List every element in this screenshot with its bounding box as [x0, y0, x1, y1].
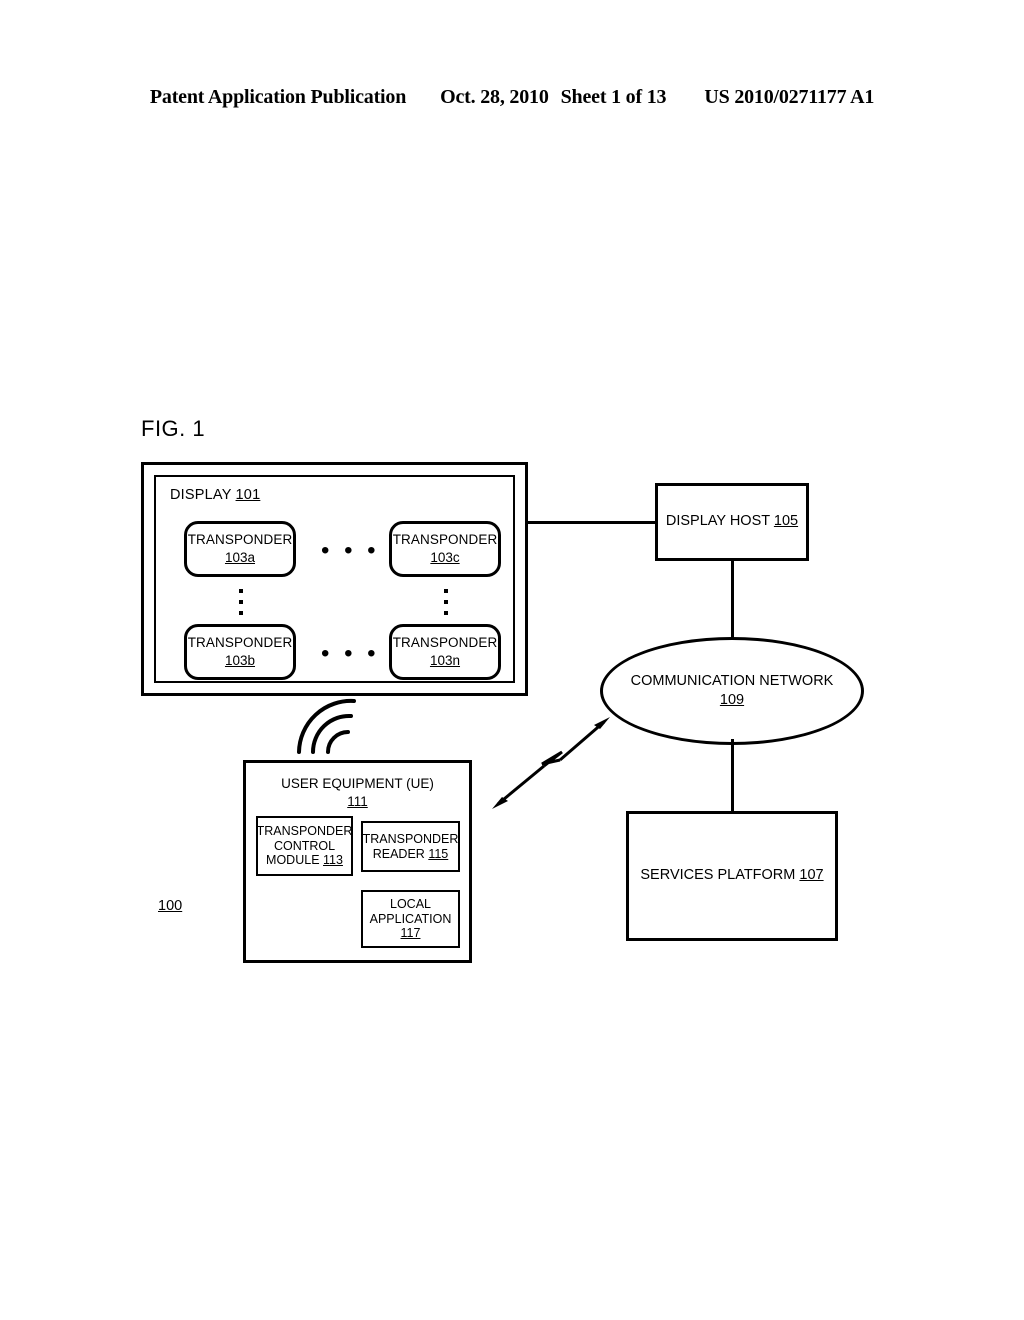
services-platform-box[interactable]: SERVICES PLATFORM 107: [626, 811, 838, 941]
vertical-ellipsis-right: [443, 589, 449, 615]
transponder-control-module-box[interactable]: TRANSPONDER CONTROL MODULE 113: [256, 816, 353, 876]
localapp-line1: LOCAL: [390, 896, 431, 911]
communication-network-ellipse[interactable]: COMMUNICATION NETWORK 109: [600, 637, 864, 745]
display-panel-title-ref: 101: [235, 487, 261, 503]
transponder-103b[interactable]: TRANSPONDER 103b: [184, 624, 296, 680]
user-equipment-title: USER EQUIPMENT (UE) 111: [246, 775, 469, 811]
services-platform-ref: 107: [799, 867, 824, 884]
display-panel-title: DISPLAY 101: [170, 487, 260, 503]
network-ref: 109: [719, 692, 745, 708]
tcm-line1: TRANSPONDER: [256, 823, 353, 838]
header-sheet: Sheet 1 of 13: [560, 86, 667, 108]
horizontal-ellipsis-bottom: • • •: [321, 640, 380, 667]
transponder-103a-ref: 103a: [224, 550, 256, 565]
system-reference-label: 100: [158, 898, 183, 914]
connector-network-to-platform: [731, 739, 734, 813]
connector-host-to-network: [731, 560, 734, 643]
wireless-signal-icon: [297, 698, 356, 754]
page-header: Patent Application Publication Oct. 28, 2…: [0, 86, 1024, 109]
reader-ref: 115: [428, 846, 449, 861]
localapp-line2: APPLICATION: [369, 911, 452, 926]
display-host-ref: 105: [773, 513, 799, 530]
connector-display-to-host: [528, 521, 657, 524]
transponder-103a[interactable]: TRANSPONDER 103a: [184, 521, 296, 577]
reader-line1: TRANSPONDER: [362, 831, 459, 846]
transponder-103a-label: TRANSPONDER: [187, 531, 293, 547]
localapp-ref: 117: [400, 926, 421, 941]
transponder-103b-ref: 103b: [224, 653, 256, 668]
header-patent-number: US 2010/0271177 A1: [704, 86, 875, 108]
display-panel-title-text: DISPLAY: [170, 487, 232, 503]
tcm-line2: CONTROL: [273, 838, 336, 853]
display-host-label: DISPLAY HOST: [665, 513, 770, 530]
transponder-103c[interactable]: TRANSPONDER 103c: [389, 521, 501, 577]
transponder-103c-ref: 103c: [430, 550, 460, 565]
transponder-103b-label: TRANSPONDER: [187, 634, 293, 650]
transponder-103n-ref: 103n: [429, 653, 461, 668]
display-host-box[interactable]: DISPLAY HOST 105: [655, 483, 809, 561]
tcm-line3: MODULE 113: [266, 853, 343, 868]
header-date: Oct. 28, 2010: [440, 86, 549, 108]
transponder-103n[interactable]: TRANSPONDER 103n: [389, 624, 501, 680]
user-equipment-ref: 111: [347, 794, 368, 810]
wireless-link-arrow-icon: [492, 717, 610, 809]
figure-label: FIG. 1: [141, 416, 206, 441]
reader-line2: READER 115: [372, 846, 449, 861]
transponder-103c-label: TRANSPONDER: [392, 531, 498, 547]
transponder-reader-box[interactable]: TRANSPONDER READER 115: [361, 821, 460, 872]
local-application-box[interactable]: LOCAL APPLICATION 117: [361, 890, 460, 948]
transponder-103n-label: TRANSPONDER: [392, 634, 498, 650]
header-publication: Patent Application Publication: [149, 86, 407, 108]
tcm-ref: 113: [323, 853, 343, 868]
display-panel-inner-frame: DISPLAY 101 TRANSPONDER 103a TRANSPONDER…: [154, 475, 515, 683]
display-panel-outer-frame: DISPLAY 101 TRANSPONDER 103a TRANSPONDER…: [141, 462, 528, 696]
services-platform-label: SERVICES PLATFORM: [640, 867, 796, 884]
network-label: COMMUNICATION NETWORK: [630, 673, 834, 690]
vertical-ellipsis-left: [238, 589, 244, 615]
user-equipment-title-text: USER EQUIPMENT (UE): [281, 776, 434, 791]
horizontal-ellipsis-top: • • •: [321, 537, 380, 564]
